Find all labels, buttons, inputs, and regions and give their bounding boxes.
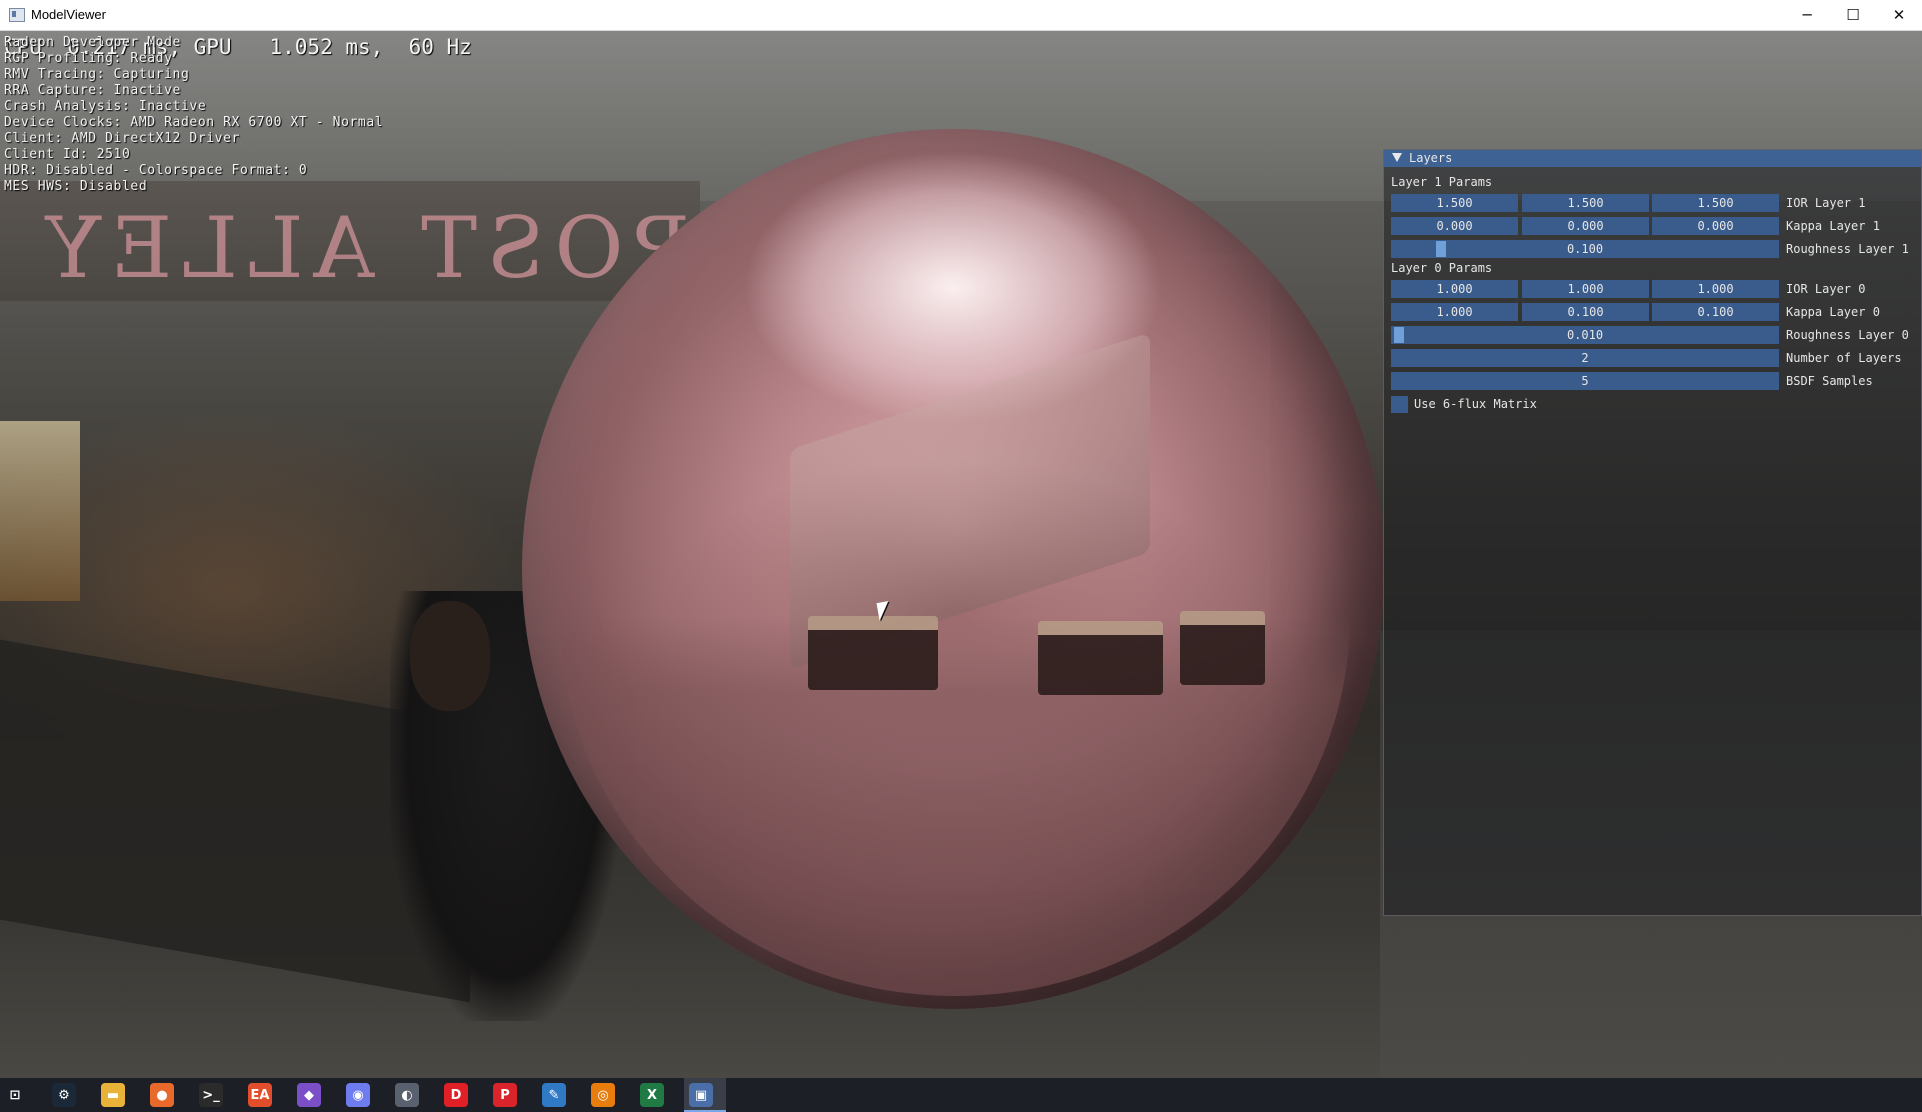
roughness-layer1-label: Roughness Layer 1 [1786, 242, 1909, 256]
kappa-layer1-y-field[interactable]: 0.000 [1522, 217, 1649, 235]
app-icon [9, 8, 25, 22]
hud-line: RGP Profiling: Ready [4, 51, 173, 66]
roughness-layer0-slider[interactable]: 0.010 [1391, 326, 1779, 344]
paint-icon[interactable]: ✎ [542, 1083, 566, 1107]
steam-icon[interactable]: ⚙ [52, 1083, 76, 1107]
collapse-arrow-icon[interactable] [1392, 153, 1402, 162]
six-flux-checkbox[interactable] [1391, 396, 1408, 413]
background-person-head [410, 601, 490, 711]
hud-line: HDR: Disabled - Colorspace Format: 0 [4, 163, 308, 178]
minimize-button[interactable]: ─ [1784, 0, 1830, 30]
task-view-icon[interactable]: ⊡ [3, 1083, 27, 1107]
ior-layer1-y-field[interactable]: 1.500 [1522, 194, 1649, 212]
hud-line: Crash Analysis: Inactive [4, 99, 207, 114]
window-title: ModelViewer [31, 7, 106, 22]
panel-header[interactable]: Layers [1384, 150, 1921, 167]
hud-line: Radeon Developer Mode [4, 35, 181, 50]
sphere-reflection-exhibit [808, 616, 938, 690]
excel-icon[interactable]: X [640, 1083, 664, 1107]
six-flux-label: Use 6-flux Matrix [1414, 397, 1537, 411]
ior-layer0-y-field[interactable]: 1.000 [1522, 280, 1649, 298]
panel-title: Layers [1409, 151, 1453, 165]
file-explorer-icon[interactable]: ▬ [101, 1083, 125, 1107]
layer1-section-label: Layer 1 Params [1391, 175, 1493, 189]
slider-grab[interactable] [1394, 327, 1404, 343]
hud-line: RRA Capture: Inactive [4, 83, 181, 98]
kappa-layer0-z-field[interactable]: 0.100 [1652, 303, 1779, 321]
hud-line: Device Clocks: AMD Radeon RX 6700 XT - N… [4, 115, 384, 130]
title-bar: ModelViewer ─ ☐ ✕ [0, 0, 1922, 31]
kappa-layer0-y-field[interactable]: 0.100 [1522, 303, 1649, 321]
visual-studio-icon[interactable]: ◆ [297, 1083, 321, 1107]
roughness-layer0-label: Roughness Layer 0 [1786, 328, 1909, 342]
hud-line: Client Id: 2510 [4, 147, 131, 162]
roughness-layer0-value: 0.010 [1566, 328, 1604, 342]
terminal-icon[interactable]: >_ [199, 1083, 223, 1107]
number-of-layers-label: Number of Layers [1786, 351, 1902, 365]
taskbar: ⊡ ⚙ ▬ ● >_ EA ◆ ◉ ◐ D P ✎ ◎ X ▣ [0, 1078, 1922, 1112]
d-app-icon[interactable]: D [444, 1083, 468, 1107]
modelviewer-icon[interactable]: ▣ [689, 1083, 713, 1107]
ior-layer1-label: IOR Layer 1 [1786, 196, 1866, 210]
background-shelf [0, 421, 80, 601]
ior-layer0-x-field[interactable]: 1.000 [1391, 280, 1518, 298]
blender-icon[interactable]: ◎ [591, 1083, 615, 1107]
hud-line: RMV Tracing: Capturing [4, 67, 190, 82]
layers-panel: Layers Layer 1 Params 1.500 1.500 1.500 … [1383, 149, 1922, 916]
sphere-reflection-exhibit [1038, 621, 1163, 695]
firefox-icon[interactable]: ● [150, 1083, 174, 1107]
ior-layer0-z-field[interactable]: 1.000 [1652, 280, 1779, 298]
hud-line: Client: AMD DirectX12 Driver [4, 131, 240, 146]
background-sign-text: POST ALLEY CA [0, 199, 690, 297]
discord-icon[interactable]: ◉ [346, 1083, 370, 1107]
hud-line: MES HWS: Disabled [4, 179, 148, 194]
close-button[interactable]: ✕ [1876, 0, 1922, 30]
ior-layer1-z-field[interactable]: 1.500 [1652, 194, 1779, 212]
p-app-icon[interactable]: P [493, 1083, 517, 1107]
bsdf-samples-label: BSDF Samples [1786, 374, 1873, 388]
slider-grab[interactable] [1436, 241, 1446, 257]
number-of-layers-field[interactable]: 2 [1391, 349, 1779, 367]
roughness-layer1-value: 0.100 [1566, 242, 1604, 256]
ior-layer1-x-field[interactable]: 1.500 [1391, 194, 1518, 212]
ior-layer0-label: IOR Layer 0 [1786, 282, 1866, 296]
layer0-section-label: Layer 0 Params [1391, 261, 1493, 275]
kappa-layer0-x-field[interactable]: 1.000 [1391, 303, 1518, 321]
ea-app-icon[interactable]: EA [248, 1083, 272, 1107]
kappa-layer1-label: Kappa Layer 1 [1786, 219, 1880, 233]
maximize-button[interactable]: ☐ [1830, 0, 1876, 30]
kappa-layer1-z-field[interactable]: 0.000 [1652, 217, 1779, 235]
bsdf-samples-field[interactable]: 5 [1391, 372, 1779, 390]
roughness-layer1-slider[interactable]: 0.100 [1391, 240, 1779, 258]
kappa-layer1-x-field[interactable]: 0.000 [1391, 217, 1518, 235]
kappa-layer0-label: Kappa Layer 0 [1786, 305, 1880, 319]
radeon-tool-icon[interactable]: ◐ [395, 1083, 419, 1107]
sphere-reflection-exhibit [1180, 611, 1265, 685]
